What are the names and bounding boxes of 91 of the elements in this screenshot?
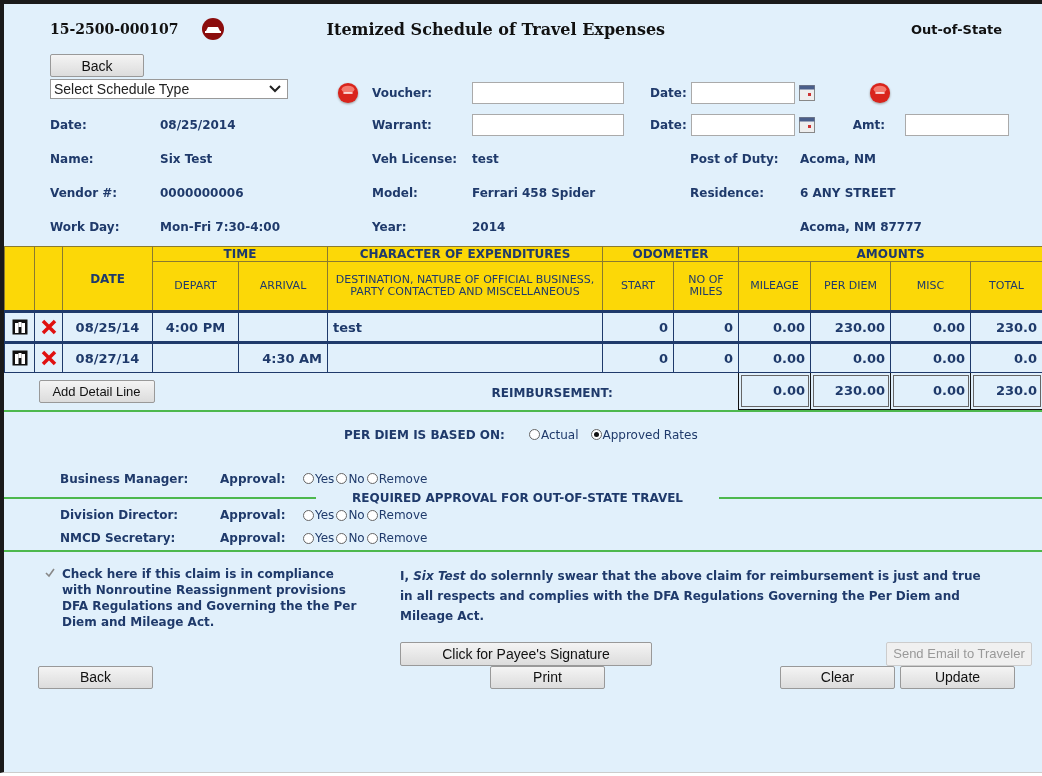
field-value: Ferrari 458 Spider xyxy=(472,186,597,200)
clear-button[interactable]: Clear xyxy=(780,665,895,689)
update-button[interactable]: Update xyxy=(900,665,1015,689)
back-button[interactable]: Back xyxy=(38,665,153,689)
field-value: Mon-Fri 7:30-4:00 xyxy=(160,220,282,234)
table-cell: 08/25/14 xyxy=(62,311,153,343)
column-header: START xyxy=(602,261,674,312)
radio-label[interactable]: Actual xyxy=(540,427,579,442)
table-cell: 0.00 xyxy=(738,311,811,343)
field-label: Warrant: xyxy=(372,118,433,132)
table-cell: 0 xyxy=(673,311,739,343)
field-value: Acoma, NM xyxy=(800,152,877,166)
field-value: 0000000006 xyxy=(160,186,245,200)
compliance-text: Check here if this claim is in compliance with Nonroutine Reassignment provisions DFA Regulations and Governing the the Per Diem and Mileage Act. xyxy=(62,565,358,631)
column-group-header: TIME xyxy=(152,246,328,262)
radio-label[interactable]: Yes xyxy=(315,508,335,522)
oath-text: I, Six Test do solernnly swear that the above claim for reimbursement is just and true in all respects and complies with the DFA Regulations Governing the Per Diem and Mileage Act. xyxy=(400,567,982,625)
payee-signature-button[interactable]: Click for Payee's Signature xyxy=(400,641,652,666)
column-group-header: CHARACTER OF EXPENDITURES xyxy=(327,246,603,262)
radio-label[interactable]: Approved Rates xyxy=(602,427,698,442)
field-label: Vendor #: xyxy=(50,186,119,200)
approval-label: Approval: xyxy=(220,508,287,522)
table-cell: 0.00 xyxy=(890,342,971,373)
table-cell: 0 xyxy=(673,342,739,373)
field-label: Date: xyxy=(50,118,88,132)
total-cell: 230.00 xyxy=(810,372,891,409)
table-cell: 0.00 xyxy=(738,342,811,373)
approver-label: Business Manager: xyxy=(60,471,190,486)
field-label: Date: xyxy=(650,86,687,100)
per-diem-label: PER DIEM IS BASED ON: xyxy=(344,427,505,442)
table-cell: test xyxy=(327,311,603,343)
radio-label[interactable]: Remove xyxy=(378,508,428,522)
table-cell: 4:00 PM xyxy=(152,311,239,343)
field-value: 6 ANY STREET xyxy=(800,186,897,200)
column-group-header: ODOMETER xyxy=(602,246,739,262)
table-cell: 0 xyxy=(602,342,674,373)
field-value: 08/25/2014 xyxy=(160,118,237,132)
page-title: Itemized Schedule of Travel Expenses xyxy=(326,19,667,39)
add-detail-line-button[interactable]: Add Detail Line xyxy=(38,379,155,403)
column-header: DEPART xyxy=(152,261,239,312)
field-label: Veh License: xyxy=(372,152,459,166)
field-value: 2014 xyxy=(472,220,507,234)
reimbursement-label: REIMBURSEMENT: xyxy=(491,385,613,400)
radio-label[interactable]: Yes xyxy=(315,471,335,486)
column-header: PER DIEM xyxy=(810,261,891,312)
print-button[interactable]: Print xyxy=(490,665,605,689)
field-label: Name: xyxy=(50,152,95,166)
field-label: Date: xyxy=(650,118,687,132)
field-label: Residence: xyxy=(690,186,765,200)
radio-label[interactable]: No xyxy=(348,531,365,545)
column-header: DATE xyxy=(62,246,153,312)
approver-label: NMCD Secretary: xyxy=(60,531,177,545)
travel-type: Out-of-State xyxy=(910,21,1002,37)
table-cell: 230.00 xyxy=(810,311,891,343)
approval-label: Approval: xyxy=(220,531,287,545)
table-cell: 08/27/14 xyxy=(62,342,153,373)
approver-label: Division Director: xyxy=(60,508,180,522)
column-header: ARRIVAL xyxy=(238,261,328,312)
column-header: NO OF MILES xyxy=(673,261,739,312)
field-value: Six Test xyxy=(160,152,214,166)
table-cell: 0.0 xyxy=(970,342,1042,373)
total-cell: 0.00 xyxy=(738,372,811,409)
field-label: Model: xyxy=(372,186,419,200)
back-button[interactable]: Back xyxy=(50,54,144,77)
field-label: Work Day: xyxy=(50,220,121,234)
table-cell: 0.00 xyxy=(890,311,971,343)
field-label: Year: xyxy=(372,220,408,234)
radio-label[interactable]: No xyxy=(348,471,365,486)
column-header: TOTAL xyxy=(970,261,1042,312)
field-value: test xyxy=(472,152,500,166)
field-label: Post of Duty: xyxy=(690,152,780,166)
column-header: MILEAGE xyxy=(738,261,811,312)
table-cell: 4:30 AM xyxy=(238,342,328,373)
case-number: 15-2500-000107 xyxy=(50,21,179,37)
radio-label[interactable]: Remove xyxy=(378,531,428,545)
schedule-type-select[interactable]: Select Schedule Type xyxy=(50,79,288,99)
radio-label[interactable]: Yes xyxy=(315,531,335,545)
column-header: DESTINATION, NATURE OF OFFICIAL BUSINESS, PARTY CONTACTED AND MISCELLANEOUS xyxy=(327,261,603,312)
column-header: MISC xyxy=(890,261,971,312)
field-label: Voucher: xyxy=(372,86,433,100)
table-cell: 0.00 xyxy=(810,342,891,373)
approval-label: Approval: xyxy=(220,471,287,486)
field-label: Amt: xyxy=(852,118,886,132)
radio-label[interactable]: Remove xyxy=(378,471,428,486)
section-heading: REQUIRED APPROVAL FOR OUT-OF-STATE TRAVEL xyxy=(352,490,684,505)
total-cell: 0.00 xyxy=(890,372,971,409)
total-cell: 230.0 xyxy=(970,372,1042,409)
table-cell: 0 xyxy=(602,311,674,343)
column-group-header: AMOUNTS xyxy=(738,246,1042,262)
field-value: Acoma, NM 87777 xyxy=(800,220,923,234)
radio-label[interactable]: No xyxy=(348,508,365,522)
